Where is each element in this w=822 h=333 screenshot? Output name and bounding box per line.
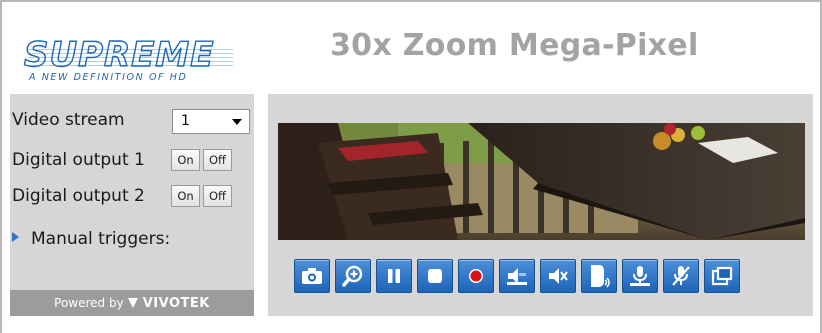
page-title: 30x Zoom Mega-Pixel (330, 28, 699, 63)
vendor-name: VIVOTEK (142, 295, 210, 311)
control-panel: Video stream 1 Digital output 1 On Off D… (10, 94, 254, 316)
digital-output-1-label: Digital output 1 (12, 150, 145, 170)
live-video-view[interactable] (278, 123, 805, 240)
digital-output-2-row: Digital output 2 On Off (10, 182, 254, 210)
microphone-mute-icon (672, 266, 690, 286)
speaker-icon (507, 268, 527, 285)
talk-button[interactable] (581, 259, 617, 293)
record-button[interactable] (458, 259, 494, 293)
digital-output-1-on-button[interactable]: On (171, 149, 200, 171)
expand-arrow-icon (12, 232, 19, 242)
playback-toolbar (294, 259, 740, 293)
talk-icon (591, 265, 610, 288)
video-frame-image (278, 123, 805, 240)
digital-zoom-button[interactable] (335, 259, 371, 293)
fullscreen-icon (711, 266, 733, 286)
camera-icon (302, 268, 322, 284)
zoom-in-icon (342, 265, 363, 287)
vivotek-logo-icon (127, 297, 139, 309)
digital-output-1-off-button[interactable]: Off (203, 149, 232, 171)
microphone-mute-button[interactable] (663, 259, 699, 293)
digital-output-1-row: Digital output 1 On Off (10, 146, 254, 174)
record-icon (469, 269, 483, 283)
video-stream-value: 1 (181, 113, 190, 129)
powered-by-footer: Powered by VIVOTEK (10, 290, 254, 316)
digital-output-1-toggle: On Off (171, 149, 232, 171)
powered-by-label: Powered by (54, 296, 124, 310)
snapshot-button[interactable] (294, 259, 330, 293)
speaker-mute-icon (549, 268, 568, 284)
video-stream-label: Video stream (12, 110, 125, 130)
mute-button[interactable] (540, 259, 576, 293)
chevron-down-icon (232, 119, 242, 125)
live-view-panel (268, 94, 813, 316)
stop-icon (428, 269, 442, 283)
manual-triggers-label: Manual triggers: (31, 229, 171, 249)
microphone-icon (630, 266, 650, 286)
volume-button[interactable] (499, 259, 535, 293)
video-stream-select[interactable]: 1 (172, 109, 250, 134)
logo-text: SUPREME (23, 35, 215, 75)
digital-output-2-off-button[interactable]: Off (203, 185, 232, 207)
supreme-logo: SUPREME A NEW DEFINITION OF HD (23, 35, 242, 84)
logo-tagline: A NEW DEFINITION OF HD (29, 72, 188, 83)
digital-output-2-toggle: On Off (171, 185, 232, 207)
stop-button[interactable] (417, 259, 453, 293)
pause-button[interactable] (376, 259, 412, 293)
digital-output-2-label: Digital output 2 (12, 186, 145, 206)
manual-triggers-link[interactable]: Manual triggers: (12, 229, 170, 249)
microphone-button[interactable] (622, 259, 658, 293)
digital-output-2-on-button[interactable]: On (171, 185, 200, 207)
pause-icon (388, 269, 400, 283)
fullscreen-button[interactable] (704, 259, 740, 293)
